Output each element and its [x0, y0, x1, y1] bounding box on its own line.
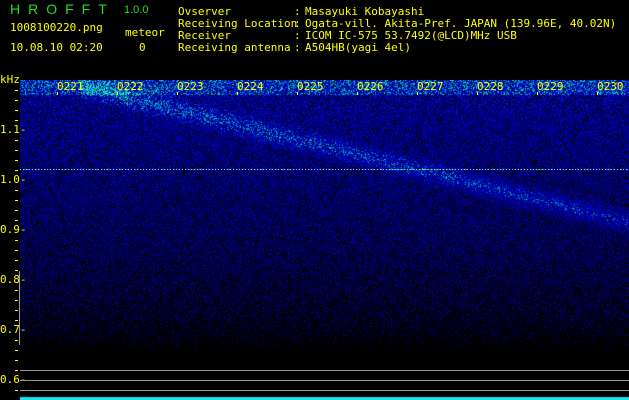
axis-overlay: [15, 90, 629, 391]
